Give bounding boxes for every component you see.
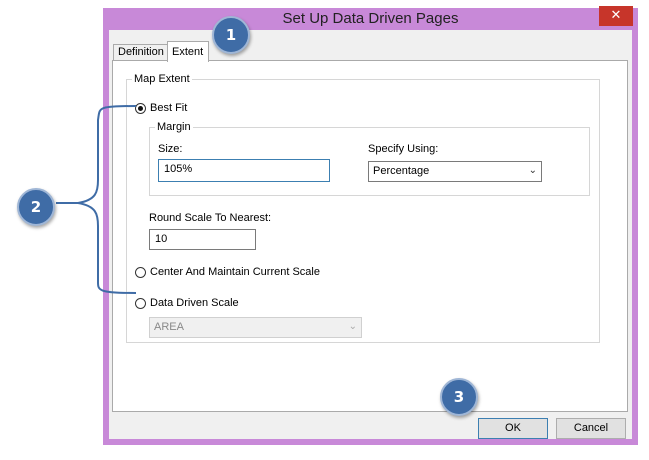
size-input[interactable]: 105%	[158, 159, 330, 182]
chevron-down-icon: ⌄	[528, 165, 537, 176]
callout-badge-1: 1	[212, 16, 250, 54]
size-label: Size:	[158, 143, 183, 155]
dialog-window: Set Up Data Driven Pages ✕ Definition Ex…	[103, 6, 638, 445]
tab-definition-label: Definition	[118, 46, 164, 58]
center-maintain-label[interactable]: Center And Maintain Current Scale	[150, 266, 320, 278]
callout-badge-2: 2	[17, 188, 55, 226]
callout-bracket	[56, 105, 137, 294]
close-button[interactable]: ✕	[599, 6, 633, 26]
round-scale-label: Round Scale To Nearest:	[149, 212, 272, 224]
cancel-button[interactable]: Cancel	[556, 418, 626, 439]
data-driven-scale-value: AREA	[154, 321, 184, 333]
bracket-path	[77, 105, 137, 294]
dialog-title: Set Up Data Driven Pages	[282, 10, 459, 27]
data-driven-scale-select[interactable]: AREA ⌄	[149, 317, 362, 338]
specify-using-select[interactable]: Percentage ⌄	[368, 161, 542, 182]
data-driven-scale-label[interactable]: Data Driven Scale	[150, 297, 239, 309]
map-extent-legend: Map Extent	[132, 73, 192, 85]
ok-button[interactable]: OK	[478, 418, 548, 439]
specify-using-value: Percentage	[373, 165, 430, 177]
specify-using-label: Specify Using:	[368, 143, 439, 155]
tab-extent-label: Extent	[172, 46, 204, 58]
round-scale-input[interactable]: 10	[149, 229, 256, 250]
callout-badge-3: 3	[440, 378, 478, 416]
title-bar[interactable]: Set Up Data Driven Pages ✕	[103, 6, 638, 30]
tab-extent[interactable]: Extent	[167, 41, 209, 62]
tab-definition[interactable]: Definition	[113, 44, 168, 61]
extent-tab-panel: Map Extent Best Fit Margin Size: 105% Sp…	[112, 60, 628, 412]
close-icon: ✕	[610, 8, 622, 23]
dialog-body: Definition Extent Map Extent Best Fit Ma…	[109, 30, 632, 439]
best-fit-label[interactable]: Best Fit	[150, 102, 187, 114]
chevron-down-icon: ⌄	[348, 321, 357, 332]
margin-legend: Margin	[155, 121, 193, 133]
